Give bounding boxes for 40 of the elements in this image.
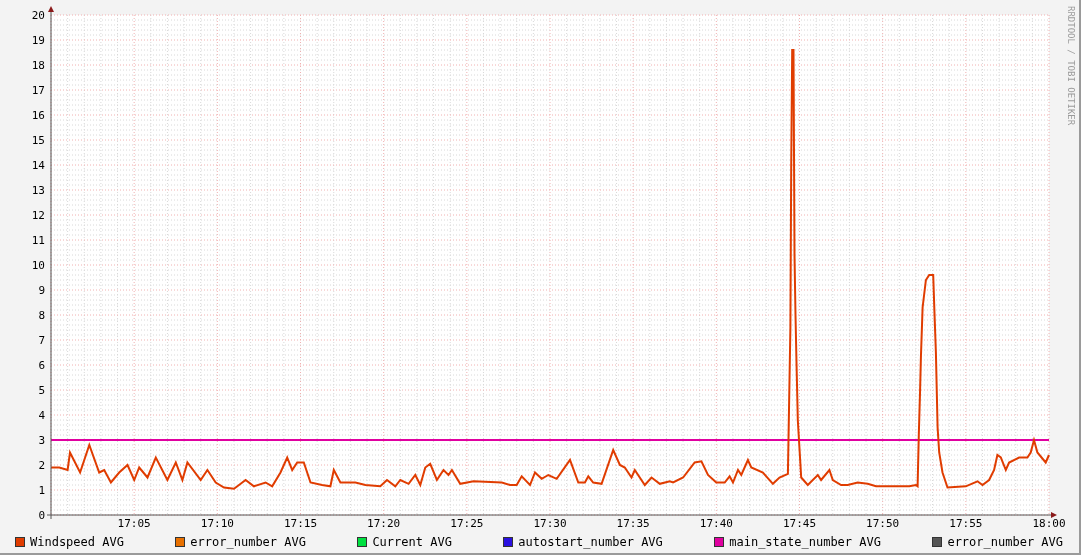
y-tick-label: 18 — [31, 59, 45, 72]
y-tick-label: 5 — [38, 384, 45, 397]
y-tick-label: 11 — [31, 234, 45, 247]
x-tick-label: 17:35 — [616, 517, 650, 530]
y-tick-label: 9 — [38, 284, 45, 297]
y-tick-label: 8 — [38, 309, 45, 322]
x-tick-label: 17:15 — [283, 517, 318, 530]
y-tick-label: 14 — [31, 159, 45, 172]
x-tick-label: 17:05 — [117, 517, 151, 530]
x-tick-label: 17:10 — [200, 517, 234, 530]
x-tick-label: 17:45 — [782, 517, 817, 530]
legend-label: Current AVG — [372, 533, 452, 551]
y-tick-label: 10 — [31, 259, 45, 272]
y-tick-label: 2 — [38, 459, 45, 472]
y-tick-label: 1 — [38, 484, 45, 497]
y-tick-label: 12 — [31, 209, 45, 222]
x-tick-label: 17:40 — [699, 517, 733, 530]
legend-label: error_number AVG — [947, 533, 1063, 551]
x-tick-label: 17:55 — [949, 517, 983, 530]
y-tick-label: 6 — [38, 359, 45, 372]
legend-label: main_state_number AVG — [729, 533, 881, 551]
y-tick-label: 13 — [31, 184, 45, 197]
x-tick-label: 17:25 — [450, 517, 484, 530]
legend-label: autostart_number AVG — [518, 533, 663, 551]
y-tick-label: 20 — [31, 9, 45, 22]
y-tick-label: 4 — [38, 409, 45, 422]
legend-label: Windspeed AVG — [30, 533, 124, 551]
y-tick-label: 16 — [31, 109, 45, 122]
x-tick-label: 17:20 — [367, 517, 401, 530]
y-tick-label: 7 — [38, 334, 45, 347]
x-tick-label: 18:00 — [1032, 517, 1066, 530]
y-tick-label: 15 — [31, 134, 45, 147]
x-tick-label: 17:50 — [866, 517, 900, 530]
y-tick-label: 0 — [38, 509, 45, 522]
x-tick-label: 17:30 — [533, 517, 567, 530]
y-tick-label: 3 — [38, 434, 45, 447]
y-tick-label: 17 — [31, 84, 45, 97]
legend-label: error_number AVG — [190, 533, 306, 551]
y-tick-label: 19 — [31, 34, 45, 47]
credit-text: RRDTOOL / TOBI OETIKER — [1066, 6, 1076, 126]
